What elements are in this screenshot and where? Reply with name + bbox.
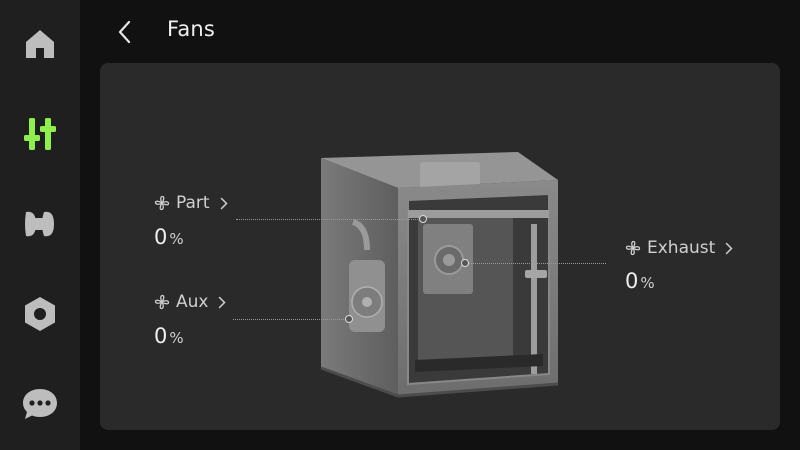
part-fan-leader (236, 219, 420, 220)
exhaust-fan-leader (468, 263, 606, 264)
sidebar-item-home[interactable] (0, 12, 80, 76)
back-button[interactable] (110, 14, 140, 50)
sliders-icon (24, 118, 56, 150)
exhaust-fan-button[interactable]: Exhaust (625, 238, 733, 258)
sidebar-item-filament[interactable] (0, 192, 80, 256)
aux-fan-button[interactable]: Aux (154, 292, 227, 312)
part-fan-value: 0% (154, 225, 184, 249)
sidebar (0, 0, 80, 450)
fan-icon (154, 195, 170, 211)
filament-spool-icon (25, 211, 54, 237)
aux-fan-label: Aux (176, 292, 209, 312)
exhaust-fan-marker (461, 259, 469, 267)
aux-fan-value: 0% (154, 324, 184, 348)
chevron-right-icon (220, 197, 228, 209)
page-title: Fans (167, 17, 216, 41)
fan-icon (154, 294, 170, 310)
aux-fan-leader (233, 319, 346, 320)
home-icon (26, 30, 54, 58)
exhaust-fan-value: 0% (625, 269, 655, 293)
chat-bubble-icon (23, 389, 57, 419)
sidebar-item-messages[interactable] (0, 372, 80, 436)
chevron-right-icon (726, 242, 733, 254)
part-fan-label: Part (176, 193, 210, 213)
fan-icon (625, 240, 641, 256)
header: Fans (80, 0, 800, 62)
sidebar-item-settings[interactable] (0, 282, 80, 346)
chevron-right-icon (219, 296, 227, 308)
printer-image (320, 152, 559, 398)
part-fan-marker (419, 215, 427, 223)
exhaust-fan-label: Exhaust (647, 238, 716, 258)
part-fan-button[interactable]: Part (154, 193, 228, 213)
chevron-left-icon (118, 20, 131, 44)
hex-nut-icon (25, 297, 55, 331)
sidebar-item-controls[interactable] (0, 102, 80, 166)
aux-fan-marker (345, 315, 353, 323)
